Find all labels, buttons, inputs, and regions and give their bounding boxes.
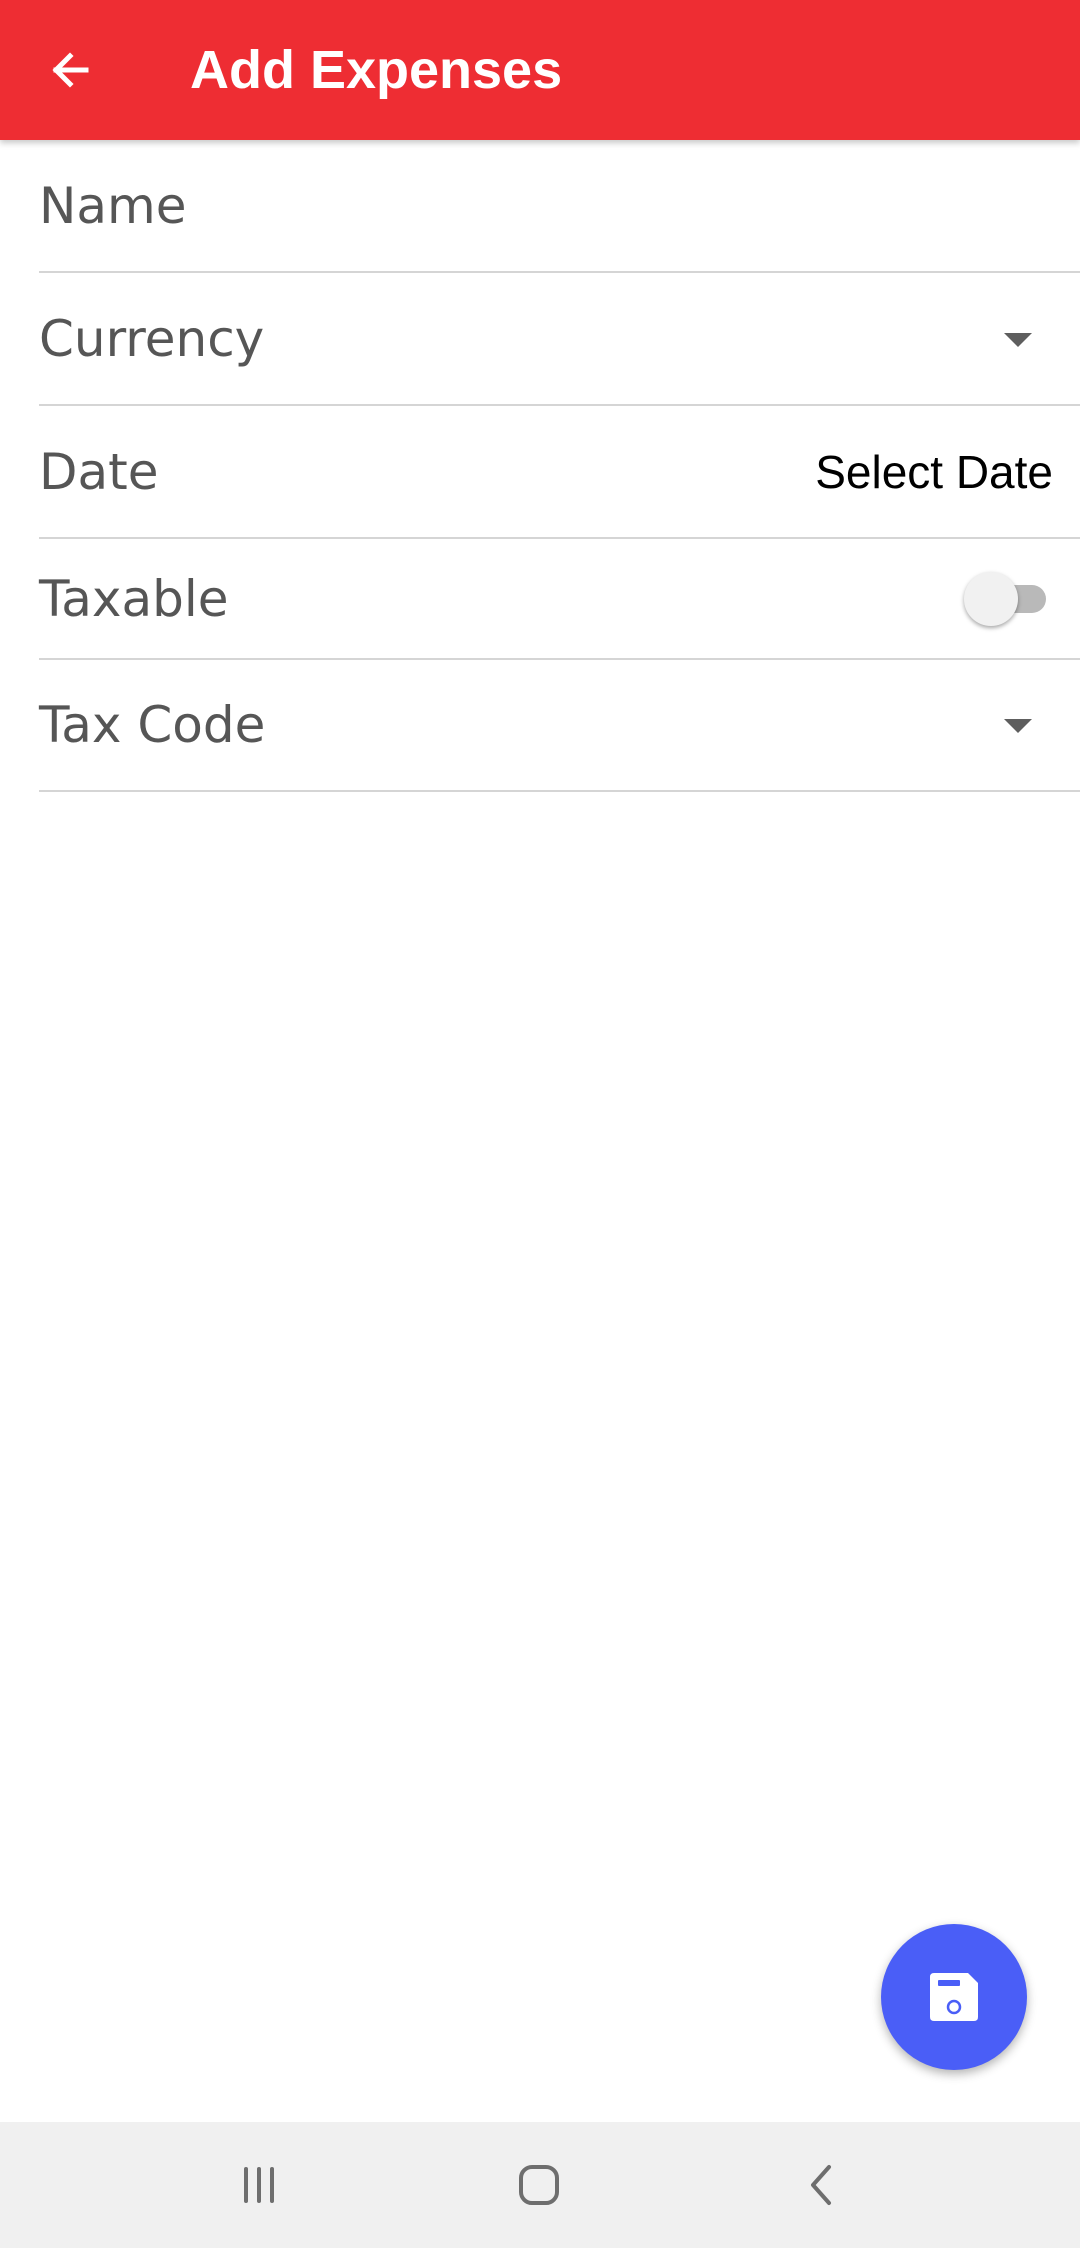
recents-icon — [244, 2167, 274, 2203]
save-icon — [930, 1973, 978, 2021]
currency-dropdown[interactable]: Currency — [39, 273, 1080, 406]
page-title: Add Expenses — [190, 40, 563, 100]
home-icon — [519, 2165, 559, 2205]
taxable-label: Taxable — [39, 569, 229, 628]
back-chevron-icon — [811, 2165, 831, 2205]
tax-code-label: Tax Code — [39, 696, 266, 754]
system-back-button[interactable] — [792, 2155, 852, 2215]
chevron-down-icon — [1004, 332, 1032, 347]
chevron-down-icon — [1004, 719, 1032, 733]
system-nav-bar — [0, 2122, 1080, 2248]
name-label: Name — [39, 176, 187, 235]
app-bar: Add Expenses — [0, 0, 1080, 140]
date-label: Date — [39, 442, 159, 501]
toggle-thumb — [964, 571, 1018, 626]
home-button[interactable] — [509, 2155, 569, 2215]
currency-label: Currency — [39, 309, 265, 368]
expense-form: Name Currency Date Select Date Taxable T… — [0, 140, 1080, 792]
back-button[interactable] — [30, 30, 110, 110]
date-field: Date Select Date — [39, 406, 1080, 539]
select-date-button[interactable]: Select Date — [815, 445, 1053, 499]
taxable-toggle[interactable] — [964, 571, 1050, 627]
tax-code-dropdown[interactable]: Tax Code — [39, 660, 1080, 792]
name-field[interactable]: Name — [39, 140, 1080, 273]
recents-button[interactable] — [229, 2155, 289, 2215]
save-button[interactable] — [881, 1924, 1027, 2070]
arrow-left-icon — [52, 52, 89, 88]
taxable-row: Taxable — [39, 539, 1080, 660]
